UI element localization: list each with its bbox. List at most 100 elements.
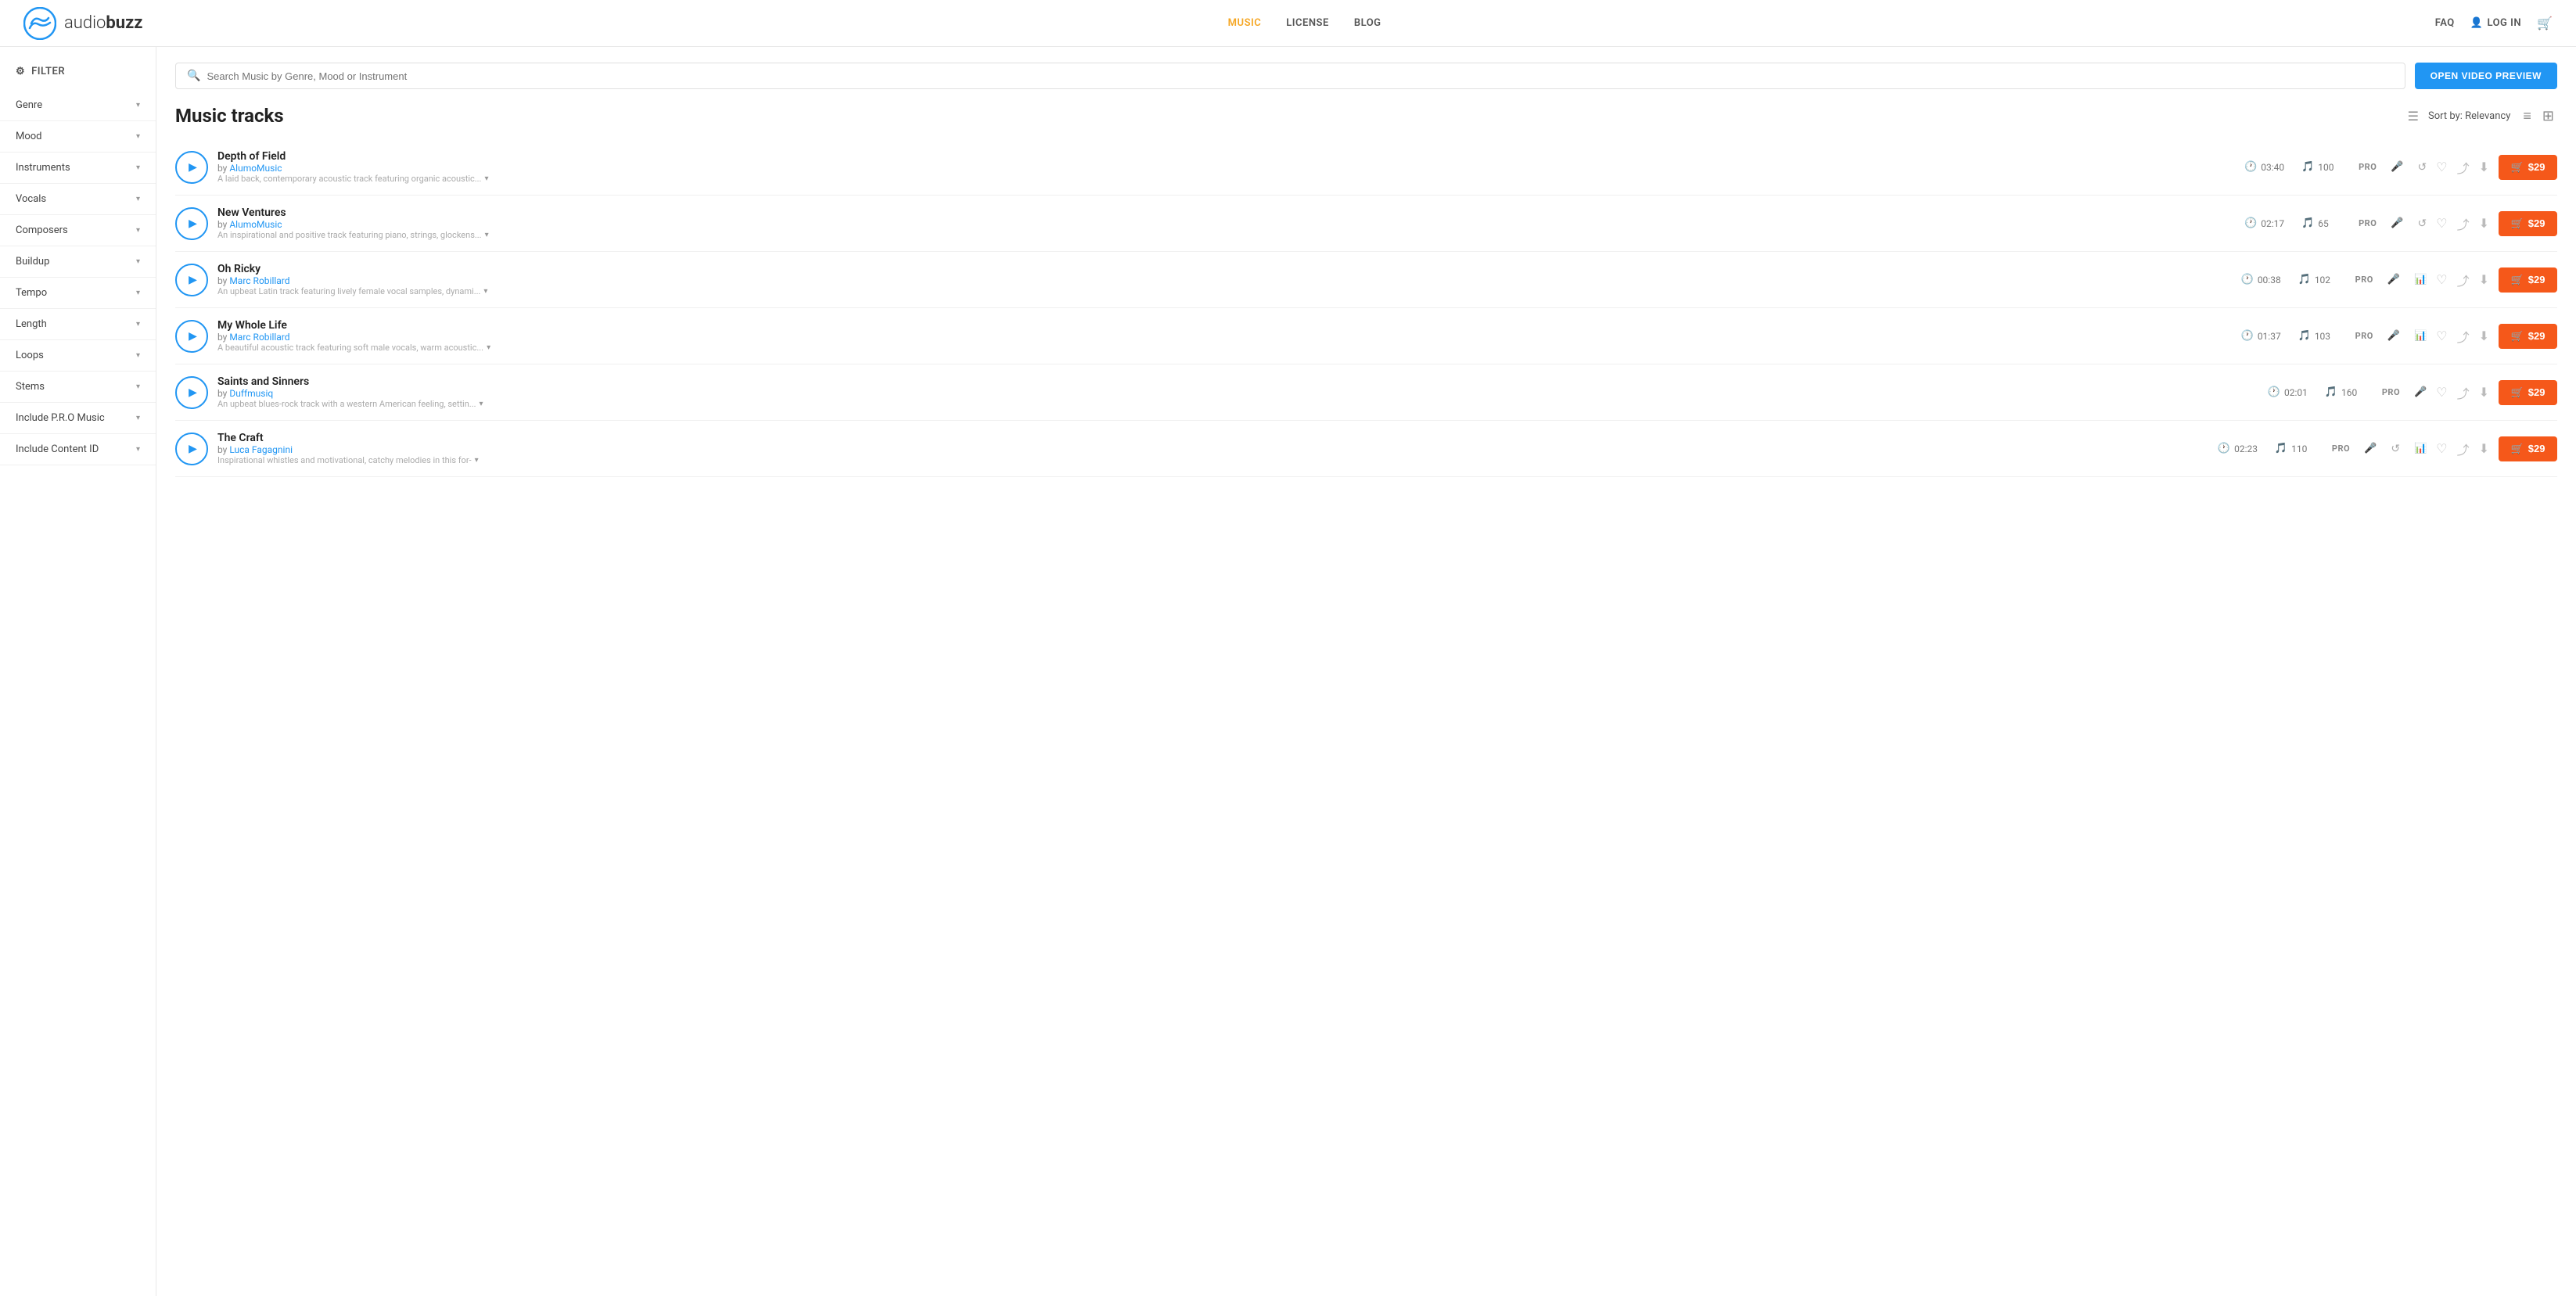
cart-icon[interactable]: 🛒 — [2537, 16, 2553, 31]
chevron-down-icon: ▾ — [136, 445, 140, 454]
share-icon[interactable]: ⤴ — [2457, 327, 2470, 346]
sidebar-item-composers[interactable]: Composers ▾ — [0, 215, 156, 246]
sidebar-item-vocals[interactable]: Vocals ▾ — [0, 184, 156, 215]
download-icon[interactable]: ⬇ — [2479, 328, 2489, 343]
buy-button[interactable]: 🛒 $29 — [2499, 324, 2557, 349]
composer-link[interactable]: Duffmusiq — [229, 388, 273, 399]
composer-link[interactable]: Marc Robillard — [229, 275, 289, 286]
open-video-preview-button[interactable]: OPEN VIDEO PREVIEW — [2415, 63, 2557, 89]
expand-button[interactable]: ▾ — [480, 400, 483, 408]
clock-icon: 🕐 — [2218, 443, 2230, 454]
bpm-icon: 🎵 — [2301, 161, 2314, 173]
grid-view-icon[interactable]: ⊞ — [2539, 106, 2557, 126]
composer-link[interactable]: Luca Fagagnini — [229, 444, 293, 455]
composer-link[interactable]: AlumoMusic — [229, 219, 282, 230]
buy-button[interactable]: 🛒 $29 — [2499, 211, 2557, 236]
expand-button[interactable]: ▾ — [487, 343, 490, 352]
download-icon[interactable]: ⬇ — [2479, 385, 2489, 400]
sidebar-item-pro-music[interactable]: Include P.R.O Music ▾ — [0, 403, 156, 434]
sidebar-item-instruments[interactable]: Instruments ▾ — [0, 153, 156, 184]
clock-icon: 🕐 — [2244, 161, 2257, 173]
logo-icon — [23, 7, 56, 40]
download-icon[interactable]: ⬇ — [2479, 272, 2489, 287]
nav-login[interactable]: 👤 LOG IN — [2470, 17, 2521, 29]
track-actions: ♡ ⤴ ⬇ 🛒 $29 — [2436, 211, 2557, 236]
play-button[interactable]: ▶ — [175, 376, 208, 409]
sidebar-item-loops[interactable]: Loops ▾ — [0, 340, 156, 372]
sidebar-item-mood[interactable]: Mood ▾ — [0, 121, 156, 153]
track-duration: 🕐 01:37 — [2241, 330, 2284, 342]
share-icon[interactable]: ⤴ — [2457, 158, 2470, 177]
stems-icon: 📊 — [2414, 330, 2427, 342]
buy-button[interactable]: 🛒 $29 — [2499, 267, 2557, 293]
expand-button[interactable]: ▾ — [483, 287, 487, 296]
table-row: ▶ Depth of Field by AlumoMusic A laid ba… — [175, 139, 2557, 196]
list-view-icon[interactable]: ≡ — [2520, 106, 2535, 126]
favorite-icon[interactable]: ♡ — [2436, 385, 2447, 400]
track-meta: 🕐 02:01 🎵 160 PRO 🎤 — [2268, 386, 2427, 398]
composer-link[interactable]: Marc Robillard — [229, 332, 289, 343]
track-bpm: 🎵 103 — [2298, 330, 2341, 342]
share-icon[interactable]: ⤴ — [2457, 440, 2470, 458]
buy-button[interactable]: 🛒 $29 — [2499, 155, 2557, 180]
sidebar-item-length[interactable]: Length ▾ — [0, 309, 156, 340]
duration-value: 02:17 — [2261, 218, 2284, 229]
play-button[interactable]: ▶ — [175, 151, 208, 184]
chevron-down-icon: ▾ — [136, 320, 140, 328]
price-label: $29 — [2528, 443, 2545, 454]
track-actions: ♡ ⤴ ⬇ 🛒 $29 — [2436, 267, 2557, 293]
favorite-icon[interactable]: ♡ — [2436, 216, 2447, 231]
pro-badge: PRO — [2355, 331, 2373, 341]
share-icon[interactable]: ⤴ — [2457, 214, 2470, 233]
track-title: The Craft — [217, 432, 2208, 444]
track-bpm: 🎵 100 — [2301, 161, 2344, 173]
expand-button[interactable]: ▾ — [484, 174, 488, 183]
nav-license[interactable]: LICENSE — [1286, 17, 1329, 29]
download-icon[interactable]: ⬇ — [2479, 441, 2489, 456]
duration-value: 02:01 — [2284, 387, 2308, 398]
favorite-icon[interactable]: ♡ — [2436, 160, 2447, 174]
track-info: The Craft by Luca Fagagnini Inspirationa… — [217, 432, 2208, 465]
track-description: A laid back, contemporary acoustic track… — [217, 174, 481, 184]
share-icon[interactable]: ⤴ — [2457, 271, 2470, 289]
expand-button[interactable]: ▾ — [485, 231, 489, 239]
play-button[interactable]: ▶ — [175, 433, 208, 465]
sidebar-item-stems[interactable]: Stems ▾ — [0, 372, 156, 403]
favorite-icon[interactable]: ♡ — [2436, 441, 2447, 456]
composer-link[interactable]: AlumoMusic — [229, 163, 282, 174]
sidebar-item-content-id[interactable]: Include Content ID ▾ — [0, 434, 156, 465]
cart-icon: 🛒 — [2511, 330, 2524, 343]
track-meta: 🕐 03:40 🎵 100 PRO 🎤 ↺ — [2244, 161, 2427, 174]
sidebar-item-tempo[interactable]: Tempo ▾ — [0, 278, 156, 309]
share-icon[interactable]: ⤴ — [2457, 383, 2470, 402]
search-input-wrap[interactable]: 🔍 — [175, 63, 2405, 89]
expand-button[interactable]: ▾ — [475, 456, 479, 465]
buy-button[interactable]: 🛒 $29 — [2499, 436, 2557, 461]
track-meta: 🕐 02:17 🎵 65 PRO 🎤 ↺ — [2244, 217, 2427, 230]
chevron-down-icon: ▾ — [136, 289, 140, 297]
logo-text: audiobuzz — [64, 13, 142, 33]
nav-music[interactable]: MUSIC — [1228, 17, 1262, 29]
price-label: $29 — [2528, 161, 2545, 173]
bpm-icon: 🎵 — [2298, 330, 2311, 342]
logo-area[interactable]: audiobuzz — [23, 7, 142, 40]
play-button[interactable]: ▶ — [175, 320, 208, 353]
play-button[interactable]: ▶ — [175, 207, 208, 240]
bpm-value: 103 — [2315, 331, 2330, 342]
search-input[interactable] — [207, 70, 2393, 82]
play-button[interactable]: ▶ — [175, 264, 208, 296]
chevron-down-icon: ▾ — [136, 351, 140, 360]
nav-blog[interactable]: BLOG — [1354, 17, 1381, 29]
buy-button[interactable]: 🛒 $29 — [2499, 380, 2557, 405]
chevron-down-icon: ▾ — [136, 382, 140, 391]
sidebar-item-genre[interactable]: Genre ▾ — [0, 90, 156, 121]
cart-icon: 🛒 — [2511, 386, 2524, 399]
download-icon[interactable]: ⬇ — [2479, 216, 2489, 231]
track-composer: by Marc Robillard — [217, 332, 2232, 343]
favorite-icon[interactable]: ♡ — [2436, 328, 2447, 343]
track-composer: by Duffmusiq — [217, 388, 2258, 399]
nav-faq[interactable]: FAQ — [2435, 17, 2455, 29]
favorite-icon[interactable]: ♡ — [2436, 272, 2447, 287]
download-icon[interactable]: ⬇ — [2479, 160, 2489, 174]
sidebar-item-buildup[interactable]: Buildup ▾ — [0, 246, 156, 278]
